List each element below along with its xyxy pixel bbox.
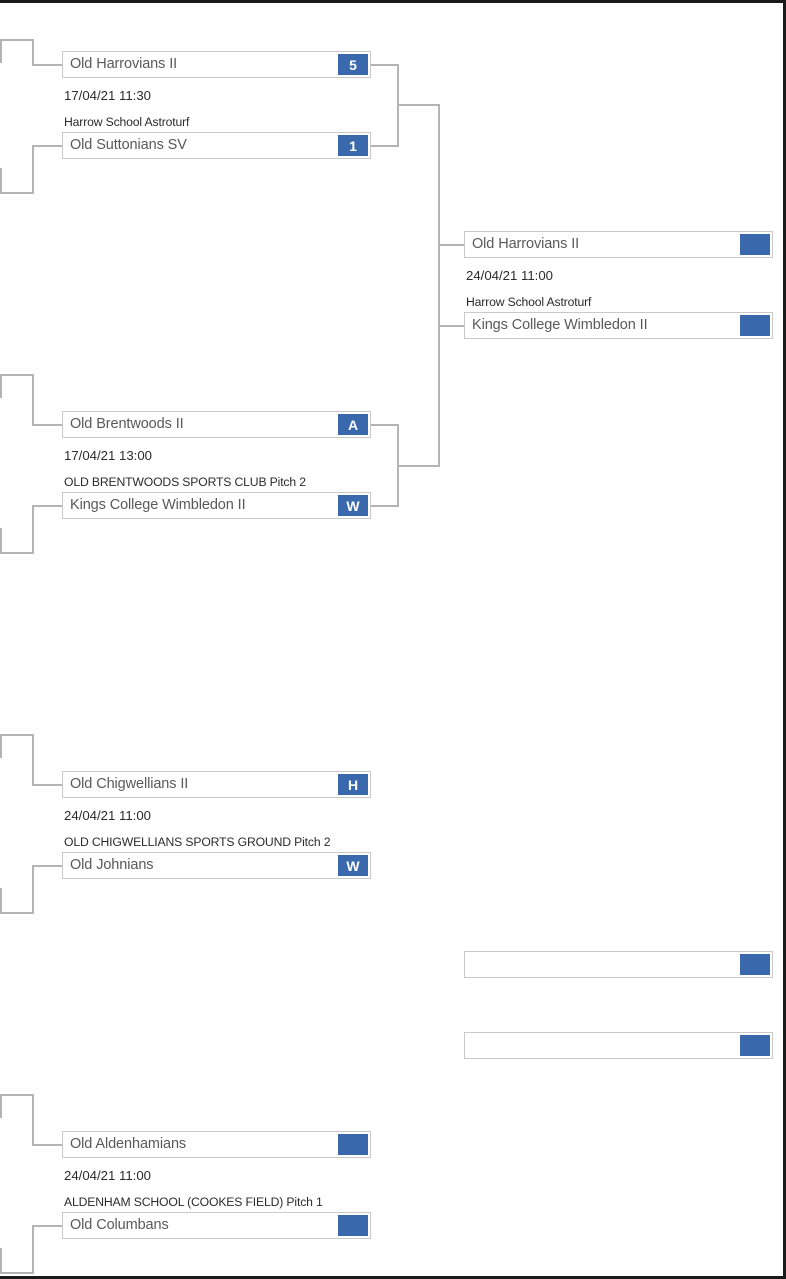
feeder-line-r1m2-stem-vertical <box>32 374 34 425</box>
team-row-top[interactable]: Old Chigwellians II H <box>62 771 371 798</box>
team-score: 5 <box>338 54 368 75</box>
team-name: Old Aldenhamians <box>70 1136 187 1153</box>
team-name: Old Columbans <box>70 1217 169 1234</box>
feeder-line-r1m3-lower-stem <box>32 865 34 913</box>
team-score <box>740 234 770 255</box>
match-r2-m2 <box>464 951 773 1073</box>
match-r1-m1: Old Harrovians II 5 17/04/21 11:30 Harro… <box>62 51 371 173</box>
match-date: 24/04/21 11:00 <box>64 1168 152 1183</box>
team-row-bottom[interactable]: Kings College Wimbledon II W <box>62 492 371 519</box>
match-date: 24/04/21 11:00 <box>64 808 152 823</box>
match-r1-m2: Old Brentwoods II A 17/04/21 13:00 OLD B… <box>62 411 371 533</box>
feeder-line-r1m3-lower-bottom <box>0 912 34 914</box>
team-name: Old Brentwoods II <box>70 416 184 433</box>
feeder-line-r1m2-upper-top <box>0 374 34 376</box>
match-r1-m3: Old Chigwellians II H 24/04/21 11:00 OLD… <box>62 771 371 893</box>
team-score: H <box>338 774 368 795</box>
advance-line-r1m2-top <box>371 424 399 426</box>
feeder-line-r1m2-lower-stem <box>32 505 34 553</box>
r2m1-top-entry <box>438 244 465 246</box>
feeder-line-r1m4-upper-vertical <box>0 1094 2 1118</box>
team-name <box>465 952 740 977</box>
match-venue: Harrow School Astroturf <box>466 295 592 309</box>
team-name: Old Johnians <box>70 857 154 874</box>
team-score <box>740 954 770 975</box>
advance-line-r1m1-bottom <box>371 145 399 147</box>
feeder-line-r1m3-upper-entry <box>32 784 62 786</box>
advance-line-r1m2-bottom <box>371 505 399 507</box>
feeder-line-r1m4-lower-entry <box>32 1225 62 1227</box>
match-venue: Harrow School Astroturf <box>64 115 190 129</box>
feeder-line-r1m4-lower-stem <box>32 1225 34 1273</box>
team-row-top[interactable]: Old Harrovians II 5 <box>62 51 371 78</box>
team-score: W <box>338 855 368 876</box>
team-score: A <box>338 414 368 435</box>
team-row-top[interactable] <box>464 951 773 978</box>
team-name: Kings College Wimbledon II <box>70 497 246 514</box>
r2m1-bottom-entry <box>438 325 465 327</box>
team-row-bottom[interactable]: Old Suttonians SV 1 <box>62 132 371 159</box>
team-row-top[interactable]: Old Aldenhamians <box>62 1131 371 1158</box>
team-name <box>465 1033 740 1058</box>
team-row-bottom[interactable]: Old Columbans <box>62 1212 371 1239</box>
feeder-line-r1m4-lower-bottom <box>0 1272 34 1274</box>
team-name: Old Harrovians II <box>472 236 580 253</box>
team-name: Old Harrovians II <box>70 56 178 73</box>
feeder-line-r1m1-stem-vertical <box>32 39 34 65</box>
team-name: Kings College Wimbledon II <box>472 317 648 334</box>
team-score <box>740 315 770 336</box>
feeder-line-r1m1-lower-vertical <box>0 168 2 194</box>
feeder-line-r1m1-upper-top <box>0 39 34 41</box>
feeder-line-r1m1-lower-bottom <box>0 192 34 194</box>
feeder-line-r1m3-upper-top <box>0 734 34 736</box>
match-venue: OLD CHIGWELLIANS SPORTS GROUND Pitch 2 <box>64 835 331 849</box>
feeder-line-r1m2-lower-vertical <box>0 528 2 554</box>
feeder-line-r1m4-upper-entry <box>32 1144 62 1146</box>
advance-line-r1m2-out <box>397 465 440 467</box>
match-venue: ALDENHAM SCHOOL (COOKES FIELD) Pitch 1 <box>64 1195 323 1209</box>
team-score: W <box>338 495 368 516</box>
feeder-line-r1m4-lower-vertical <box>0 1248 2 1274</box>
feeder-line-r1m2-lower-entry <box>32 505 62 507</box>
advance-line-r1m1-out <box>397 104 440 106</box>
match-date: 24/04/21 11:00 <box>466 268 554 283</box>
match-venue: OLD BRENTWOODS SPORTS CLUB Pitch 2 <box>64 475 306 489</box>
feeder-line-r1m1-upper-vertical <box>0 39 2 63</box>
feeder-line-r1m4-upper-top <box>0 1094 34 1096</box>
feeder-line-r1m3-lower-entry <box>32 865 62 867</box>
advance-line-r1m1-top <box>371 64 399 66</box>
feeder-line-r1m3-upper-vertical <box>0 734 2 758</box>
feeder-line-r1m2-upper-vertical <box>0 374 2 398</box>
match-date: 17/04/21 13:00 <box>64 448 152 463</box>
match-r2-m1: Old Harrovians II 24/04/21 11:00 Harrow … <box>464 231 773 353</box>
tournament-bracket: Old Harrovians II 5 17/04/21 11:30 Harro… <box>0 0 786 1279</box>
team-score <box>338 1215 368 1236</box>
feeder-line-r1m1-upper-entry <box>32 64 62 66</box>
feeder-line-r1m1-lower-stem <box>32 145 34 193</box>
team-row-top[interactable]: Old Harrovians II <box>464 231 773 258</box>
team-score: 1 <box>338 135 368 156</box>
team-name: Old Chigwellians II <box>70 776 189 793</box>
team-name: Old Suttonians SV <box>70 137 187 154</box>
team-row-bottom[interactable]: Kings College Wimbledon II <box>464 312 773 339</box>
feeder-line-r1m4-stem-vertical <box>32 1094 34 1145</box>
feeder-line-r1m3-lower-vertical <box>0 888 2 914</box>
team-score <box>740 1035 770 1056</box>
team-row-top[interactable]: Old Brentwoods II A <box>62 411 371 438</box>
feeder-line-r1m3-stem-vertical <box>32 734 34 785</box>
team-score <box>338 1134 368 1155</box>
team-row-bottom[interactable] <box>464 1032 773 1059</box>
feeder-line-r1m2-upper-entry <box>32 424 62 426</box>
feeder-line-r1m2-lower-bottom <box>0 552 34 554</box>
team-row-bottom[interactable]: Old Johnians W <box>62 852 371 879</box>
r2m1-riser <box>438 104 440 466</box>
match-r1-m4: Old Aldenhamians 24/04/21 11:00 ALDENHAM… <box>62 1131 371 1253</box>
feeder-line-r1m1-lower-entry <box>32 145 62 147</box>
match-date: 17/04/21 11:30 <box>64 88 152 103</box>
